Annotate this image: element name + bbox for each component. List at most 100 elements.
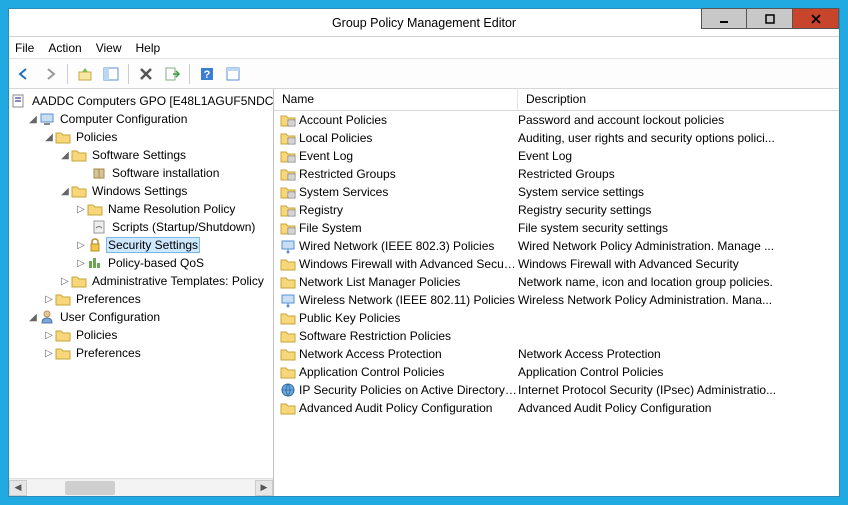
column-name[interactable]: Name <box>274 89 518 110</box>
scroll-right-button[interactable]: ▶ <box>255 480 273 496</box>
scroll-left-button[interactable]: ◀ <box>9 480 27 496</box>
list-item-description: Registry security settings <box>518 203 839 217</box>
column-description[interactable]: Description <box>518 89 839 110</box>
list-item-name: Local Policies <box>299 131 372 145</box>
delete-button[interactable] <box>135 63 157 85</box>
list-item[interactable]: Software Restriction Policies <box>274 327 839 345</box>
help-button[interactable]: ? <box>196 63 218 85</box>
tree-policy-qos[interactable]: ▷ Policy-based QoS <box>11 254 273 272</box>
list-item[interactable]: Advanced Audit Policy ConfigurationAdvan… <box>274 399 839 417</box>
folder-pol-icon <box>280 202 296 218</box>
expander-icon[interactable]: ▷ <box>59 276 71 287</box>
forward-button[interactable] <box>39 63 61 85</box>
user-icon <box>39 309 55 325</box>
list-item[interactable]: Network Access ProtectionNetwork Access … <box>274 345 839 363</box>
list-item[interactable]: Restricted Groups Restricted Groups <box>274 165 839 183</box>
expander-icon[interactable]: ◢ <box>27 312 39 323</box>
expander-icon[interactable]: ◢ <box>43 132 55 143</box>
list-item-description: Restricted Groups <box>518 167 839 181</box>
list-item[interactable]: Application Control PoliciesApplication … <box>274 363 839 381</box>
folder-icon <box>280 346 296 362</box>
close-button[interactable] <box>793 8 839 29</box>
expander-icon[interactable]: ▷ <box>75 258 87 269</box>
up-button[interactable] <box>74 63 96 85</box>
tree-scrollbar[interactable]: ◀ ▶ <box>9 478 273 496</box>
tree-software-installation[interactable]: Software installation <box>11 164 273 182</box>
list-item-name: Windows Firewall with Advanced Security <box>299 257 518 271</box>
maximize-button[interactable] <box>747 8 793 29</box>
package-icon <box>91 165 107 181</box>
tree-computer-config[interactable]: ◢ Computer Configuration <box>11 110 273 128</box>
tree-windows-settings[interactable]: ◢ Windows Settings <box>11 182 273 200</box>
list-item[interactable]: Wireless Network (IEEE 802.11) PoliciesW… <box>274 291 839 309</box>
properties-button[interactable] <box>222 63 244 85</box>
tree-policies-2[interactable]: ▷ Policies <box>11 326 273 344</box>
expander-icon[interactable]: ▷ <box>43 294 55 305</box>
list-item[interactable]: Public Key Policies <box>274 309 839 327</box>
list-item-description: File system security settings <box>518 221 839 235</box>
tree-admin-templates[interactable]: ▷ Administrative Templates: Policy <box>11 272 273 290</box>
folder-icon <box>71 273 87 289</box>
menubar: File Action View Help <box>9 37 839 59</box>
list-item[interactable]: Network List Manager PoliciesNetwork nam… <box>274 273 839 291</box>
tree[interactable]: AADDC Computers GPO [E48L1AGUF5NDC\ ◢ Co… <box>9 89 273 478</box>
expander-icon[interactable]: ▷ <box>75 204 87 215</box>
list-item[interactable]: File System File system security settings <box>274 219 839 237</box>
menu-file[interactable]: File <box>15 41 34 55</box>
list-body: Account PoliciesPassword and account loc… <box>274 111 839 417</box>
workarea: AADDC Computers GPO [E48L1AGUF5NDC\ ◢ Co… <box>9 89 839 496</box>
folder-icon <box>280 364 296 380</box>
tree-preferences[interactable]: ▷ Preferences <box>11 290 273 308</box>
folder-icon <box>55 327 71 343</box>
list-item-name: File System <box>299 221 362 235</box>
show-hide-tree-button[interactable] <box>100 63 122 85</box>
folder-icon <box>71 147 87 163</box>
list-item[interactable]: IP Security Policies on Active Directory… <box>274 381 839 399</box>
toolbar: ? <box>9 59 839 89</box>
folder-icon <box>55 129 71 145</box>
folder-icon <box>280 328 296 344</box>
list-item[interactable]: Account PoliciesPassword and account loc… <box>274 111 839 129</box>
tree-user-config[interactable]: ◢ User Configuration <box>11 308 273 326</box>
list-header: Name Description <box>274 89 839 111</box>
tree-preferences-2[interactable]: ▷ Preferences <box>11 344 273 362</box>
list-item-name: Restricted Groups <box>299 167 396 181</box>
expander-icon[interactable]: ▷ <box>75 240 87 251</box>
expander-icon[interactable]: ▷ <box>43 348 55 359</box>
folder-icon <box>55 345 71 361</box>
tree-policies[interactable]: ◢ Policies <box>11 128 273 146</box>
menu-help[interactable]: Help <box>136 41 161 55</box>
list-item-name: Wireless Network (IEEE 802.11) Policies <box>299 293 515 307</box>
expander-icon[interactable]: ▷ <box>43 330 55 341</box>
list-item[interactable]: Event LogEvent Log <box>274 147 839 165</box>
export-button[interactable] <box>161 63 183 85</box>
list-item[interactable]: System ServicesSystem service settings <box>274 183 839 201</box>
list-item[interactable]: RegistryRegistry security settings <box>274 201 839 219</box>
list-item[interactable]: Wired Network (IEEE 802.3) PoliciesWired… <box>274 237 839 255</box>
expander-icon[interactable]: ◢ <box>59 186 71 197</box>
list-item-description: Windows Firewall with Advanced Security <box>518 257 839 271</box>
expander-icon[interactable]: ◢ <box>59 150 71 161</box>
tree-name-resolution[interactable]: ▷ Name Resolution Policy <box>11 200 273 218</box>
scroll-track[interactable] <box>27 480 255 496</box>
list-item-description: Wireless Network Policy Administration. … <box>518 293 839 307</box>
ipsec-icon <box>280 382 296 398</box>
list-item-name: Account Policies <box>299 113 387 127</box>
folder-pol-icon <box>280 166 296 182</box>
qos-icon <box>87 255 103 271</box>
tree-root[interactable]: AADDC Computers GPO [E48L1AGUF5NDC\ <box>11 92 273 110</box>
scroll-thumb[interactable] <box>65 481 115 495</box>
menu-action[interactable]: Action <box>48 41 81 55</box>
folder-icon <box>280 256 296 272</box>
list-item[interactable]: Local PoliciesAuditing, user rights and … <box>274 129 839 147</box>
list-item[interactable]: Windows Firewall with Advanced SecurityW… <box>274 255 839 273</box>
tree-software-settings[interactable]: ◢ Software Settings <box>11 146 273 164</box>
expander-icon[interactable]: ◢ <box>27 114 39 125</box>
back-button[interactable] <box>13 63 35 85</box>
list-item-name: Application Control Policies <box>299 365 444 379</box>
list-item-description: Network name, icon and location group po… <box>518 275 839 289</box>
tree-security-settings[interactable]: ▷ Security Settings <box>11 236 273 254</box>
tree-scripts[interactable]: Scripts (Startup/Shutdown) <box>11 218 273 236</box>
minimize-button[interactable] <box>701 8 747 29</box>
menu-view[interactable]: View <box>96 41 122 55</box>
